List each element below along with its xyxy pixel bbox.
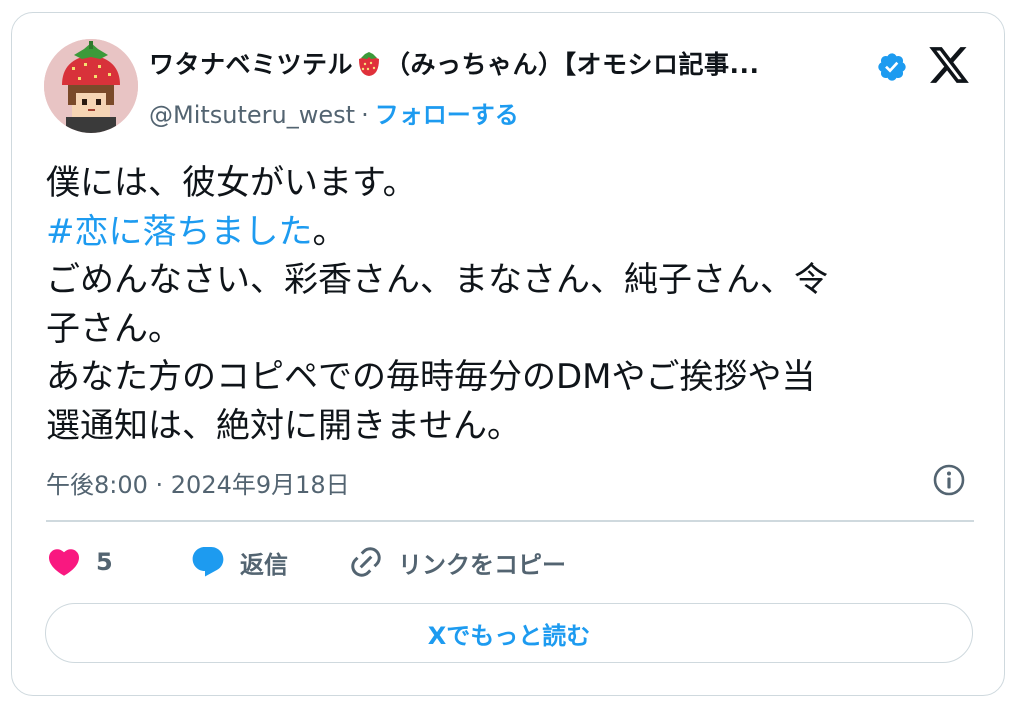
like-button[interactable]: 5 — [46, 539, 113, 585]
tweet-text-segment: ごめんなさい、彩香さん、まなさん、純子さん、令 — [46, 260, 828, 300]
tweet-text-segment: 。 — [312, 211, 347, 252]
read-more-on-x-button[interactable]: Xでもっと読む — [45, 603, 973, 663]
author-display-name[interactable]: ワタナベミツテル （みっちゃん）【オモシロ記事... — [149, 45, 760, 83]
tweet-text-segment: 僕には、彼女がいます。 — [46, 163, 417, 203]
copy-link-label: リンクをコピー — [398, 550, 566, 579]
heart-icon — [48, 549, 80, 576]
tweet-line: 僕には、彼女がいます。 — [46, 159, 986, 208]
action-bar: 5 返信 リンクをコピー — [46, 539, 976, 585]
follow-button[interactable]: フォローする — [375, 101, 519, 129]
verified-badge-icon — [876, 51, 908, 83]
author-handle[interactable]: @Mitsuteru_west — [149, 101, 355, 129]
tweet-line: ごめんなさい、彩香さん、まなさん、純子さん、令 — [46, 256, 986, 305]
display-name-suffix: （みっちゃん）【オモシロ記事... — [385, 50, 760, 79]
strawberry-icon — [355, 49, 383, 83]
divider — [46, 520, 974, 522]
tweet-text-segment: 選通知は、絶対に開きません。 — [46, 405, 521, 446]
display-name-prefix: ワタナベミツテル — [149, 50, 354, 79]
avatar-pixel-art-icon — [44, 39, 138, 133]
tweet-line: あなた方のコピペでの毎時毎分のDMやご挨拶や当 — [46, 353, 986, 402]
reply-label: 返信 — [240, 550, 288, 579]
tweet-line: #恋に落ちました。 — [46, 208, 986, 257]
separator-dot: · — [361, 101, 369, 129]
tweet-text-segment: あなた方のコピペでの毎時毎分のDMやご挨拶や当 — [46, 357, 816, 397]
tweet-line: 子さん。 — [46, 305, 986, 354]
tweet-embed-card: ワタナベミツテル （みっちゃん）【オモシロ記事... @Mitsuteru_wes… — [11, 12, 1005, 696]
link-icon — [351, 547, 381, 577]
reply-button[interactable]: 返信 — [190, 539, 288, 585]
reply-bubble-icon — [192, 547, 224, 577]
avatar[interactable] — [44, 39, 138, 133]
tweet-text-segment: 子さん。 — [46, 308, 182, 349]
handle-row: @Mitsuteru_west · フォローする — [149, 95, 519, 130]
info-icon[interactable] — [932, 463, 966, 497]
tweet-timestamp[interactable]: 午後8:00 · 2024年9月18日 — [46, 465, 350, 500]
tweet-text: 僕には、彼女がいます。 #恋に落ちました。 ごめんなさい、彩香さん、まなさん、純子さ… — [46, 159, 986, 450]
hashtag-link[interactable]: #恋に落ちました — [46, 212, 313, 252]
tweet-line: 選通知は、絶対に開きません。 — [46, 402, 986, 451]
like-count: 5 — [96, 548, 113, 576]
copy-link-button[interactable]: リンクをコピー — [348, 539, 566, 585]
x-logo-icon[interactable] — [927, 43, 971, 87]
